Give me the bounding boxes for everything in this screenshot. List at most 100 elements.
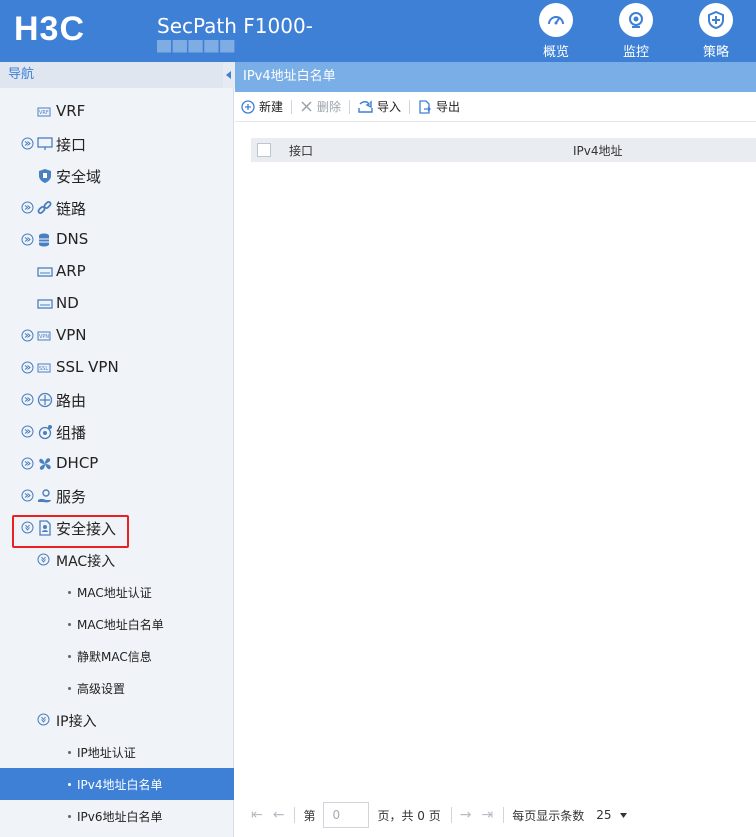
per-page-select[interactable]: 25 <box>596 808 627 822</box>
expand-icon[interactable] <box>21 489 34 502</box>
sidebar-item-arp[interactable]: ARP <box>0 256 234 288</box>
sidebar-item-interface[interactable]: 接口 <box>0 128 234 160</box>
import-button[interactable]: 导入 <box>358 98 401 115</box>
page-title: IPv4地址白名单 <box>235 62 756 92</box>
monitor-icon <box>37 137 53 150</box>
sidebar-item-mac-auth[interactable]: MAC地址认证 <box>0 576 234 608</box>
svg-text:SSL: SSL <box>39 366 48 372</box>
sidebar-collapse-button[interactable] <box>223 62 235 88</box>
main-content: IPv4地址白名单 新建 删除 导入 导出 接口 IPv4地址 ⇤ ← 第 0 … <box>235 62 756 837</box>
sidebar-item-link[interactable]: 链路 <box>0 192 234 224</box>
expand-icon[interactable] <box>21 329 34 342</box>
collapse-icon[interactable] <box>21 521 34 534</box>
first-page-icon[interactable]: ⇤ <box>251 807 263 823</box>
sidebar-item-ipv4-whitelist[interactable]: IPv4地址白名单 <box>0 768 234 800</box>
sidebar-item-mac-access[interactable]: MAC接入 <box>0 544 234 576</box>
svg-text:VRF: VRF <box>39 110 49 116</box>
export-document-icon <box>419 99 431 114</box>
page-prefix: 第 <box>303 808 316 823</box>
product-model-blurred: ▆▆▆▆▆ <box>157 40 237 53</box>
sidebar-item-ipv6-whitelist[interactable]: IPv6地址白名单 <box>0 800 234 832</box>
expand-icon[interactable] <box>21 361 34 374</box>
sidebar-item-multicast[interactable]: 组播 <box>0 416 234 448</box>
ssl-vpn-icon: SSL <box>37 363 51 373</box>
bullet-dot <box>68 815 71 818</box>
speedometer-icon <box>539 3 573 37</box>
sidebar-item-routing[interactable]: 路由 <box>0 384 234 416</box>
toolbar-separator <box>409 99 411 114</box>
collapse-icon[interactable] <box>37 553 50 566</box>
expand-icon[interactable] <box>21 201 34 214</box>
sidebar-item-secure-access[interactable]: 安全接入 <box>0 512 234 544</box>
sidebar-item-advanced-settings[interactable]: 高级设置 <box>0 672 234 704</box>
sidebar-item-dhcp[interactable]: DHCP <box>0 448 234 480</box>
vrf-icon: VRF <box>37 107 51 117</box>
triangle-left-icon <box>226 71 231 79</box>
toolbar: 新建 删除 导入 导出 <box>235 92 756 122</box>
device-icon <box>37 299 53 309</box>
page-total: 页，共 0 页 <box>377 808 441 823</box>
next-page-icon[interactable]: → <box>460 807 472 823</box>
bullet-dot <box>68 751 71 754</box>
shield-icon <box>39 169 51 183</box>
nav-monitor[interactable]: 监控 <box>596 0 676 62</box>
expand-icon[interactable] <box>21 233 34 246</box>
x-icon <box>301 101 312 112</box>
whitelist-table: 接口 IPv4地址 <box>251 138 756 162</box>
sidebar-item-service[interactable]: 服务 <box>0 480 234 512</box>
shield-icon <box>699 3 733 37</box>
top-nav: 概览 监控 策略 <box>516 0 756 62</box>
multicast-icon <box>38 425 52 440</box>
expand-icon[interactable] <box>21 425 34 438</box>
sidebar-item-ip-access[interactable]: IP接入 <box>0 704 234 736</box>
h3c-logo: H3C <box>14 12 85 44</box>
nav-tree: VRF VRF 接口 安全域 链路 DNS ARP ND VPN VPN SSL… <box>0 96 234 832</box>
bullet-dot <box>68 687 71 690</box>
caret-down-icon <box>619 812 627 818</box>
sidebar-item-ssl-vpn[interactable]: SSL SSL VPN <box>0 352 234 384</box>
bullet-dot <box>68 623 71 626</box>
delete-button[interactable]: 删除 <box>300 98 341 115</box>
sidebar-item-vrf[interactable]: VRF VRF <box>0 96 234 128</box>
expand-icon[interactable] <box>21 137 34 150</box>
page-number-input[interactable]: 0 <box>323 802 370 828</box>
bullet-dot <box>68 783 71 786</box>
sidebar: 导航 VRF VRF 接口 安全域 链路 DNS ARP ND VPN VPN … <box>0 62 234 837</box>
nav-policy[interactable]: 策略 <box>676 0 756 62</box>
nav-overview[interactable]: 概览 <box>516 0 596 62</box>
expand-icon[interactable] <box>21 457 34 470</box>
sidebar-item-vpn[interactable]: VPN VPN <box>0 320 234 352</box>
sidebar-item-security-zone[interactable]: 安全域 <box>0 160 234 192</box>
fan-icon <box>39 458 51 470</box>
sidebar-item-quiet-mac[interactable]: 静默MAC信息 <box>0 640 234 672</box>
hand-service-icon <box>38 489 51 503</box>
prev-page-icon[interactable]: ← <box>273 807 285 823</box>
camera-icon <box>619 3 653 37</box>
sidebar-item-dns[interactable]: DNS <box>0 224 234 256</box>
sidebar-item-mac-whitelist[interactable]: MAC地址白名单 <box>0 608 234 640</box>
product-name: SecPath F1000- <box>157 14 313 38</box>
collapse-icon[interactable] <box>37 713 50 726</box>
toolbar-separator <box>349 99 351 114</box>
table-header: 接口 IPv4地址 <box>251 138 756 162</box>
chain-link-icon <box>37 201 52 214</box>
svg-text:H3C: H3C <box>14 12 85 44</box>
sidebar-title: 导航 <box>0 62 233 88</box>
expand-icon[interactable] <box>21 393 34 406</box>
svg-text:VPN: VPN <box>39 334 49 340</box>
column-header-interface[interactable]: 接口 <box>289 142 573 159</box>
select-all-checkbox[interactable] <box>257 143 271 157</box>
last-page-icon[interactable]: ⇥ <box>481 807 493 823</box>
export-button[interactable]: 导出 <box>418 98 460 115</box>
new-button[interactable]: 新建 <box>241 98 283 115</box>
pager-separator <box>450 807 452 823</box>
sidebar-item-ip-auth[interactable]: IP地址认证 <box>0 736 234 768</box>
plus-circle-icon <box>241 99 255 114</box>
database-icon <box>39 233 49 247</box>
column-header-ipv4[interactable]: IPv4地址 <box>573 142 623 159</box>
pager-separator <box>294 807 296 823</box>
bullet-dot <box>68 655 71 658</box>
pager-separator <box>503 807 505 823</box>
vpn-icon: VPN <box>37 331 51 341</box>
sidebar-item-nd[interactable]: ND <box>0 288 234 320</box>
